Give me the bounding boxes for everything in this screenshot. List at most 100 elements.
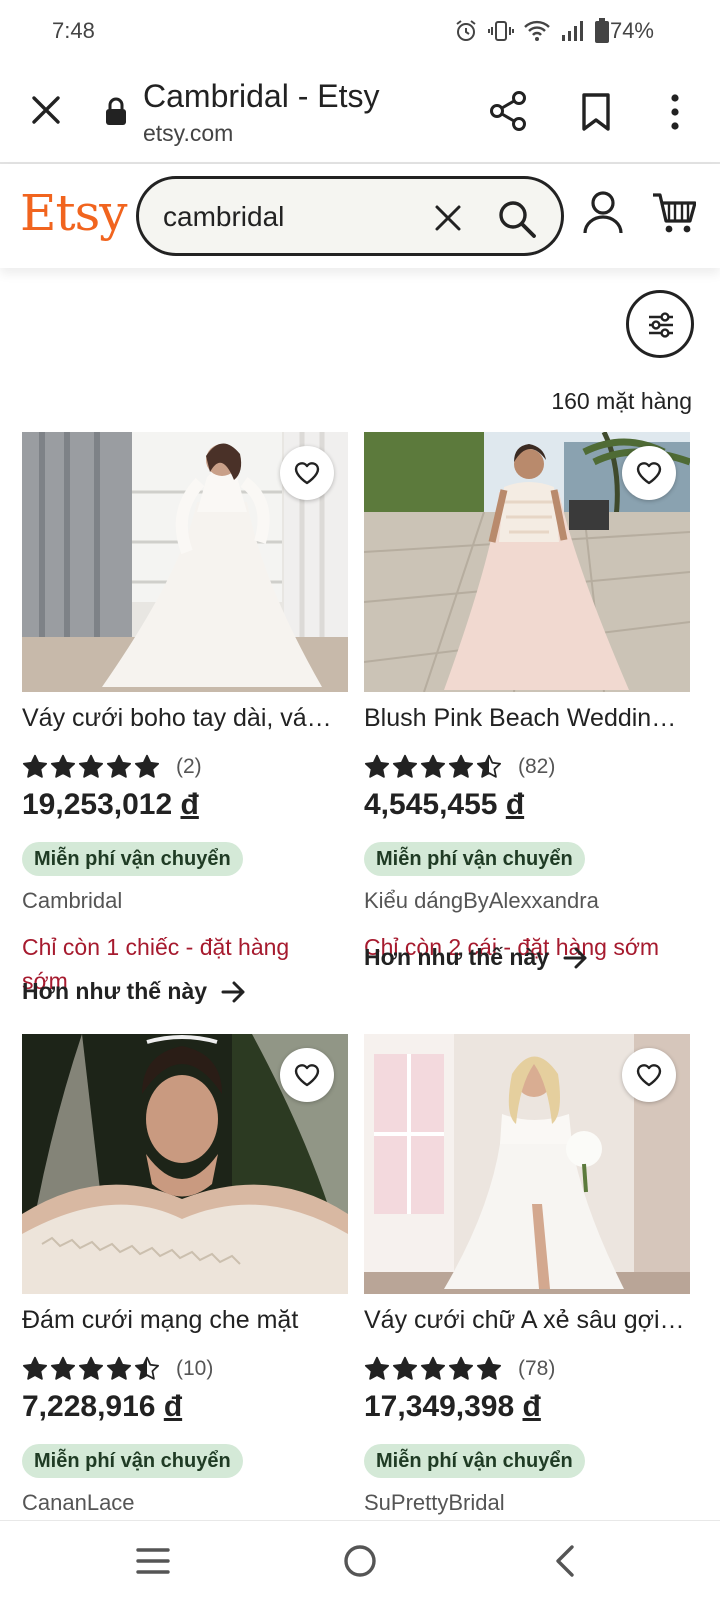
star-full-icon [106, 754, 132, 778]
star-full-icon [476, 1356, 502, 1380]
product-image[interactable] [364, 432, 690, 692]
star-full-icon [420, 754, 446, 778]
product-rating: (10) [22, 1356, 213, 1382]
star-full-icon [106, 1356, 132, 1380]
more-like-this-label: Hơn như thế này [364, 944, 550, 970]
system-nav-bar [0, 1520, 720, 1600]
star-full-icon [50, 1356, 76, 1380]
shop-name: Cambridal [22, 888, 123, 913]
star-rating [22, 1356, 160, 1382]
product-price: 7,228,916 đ [22, 1390, 183, 1423]
arrow-right-icon [221, 981, 245, 1002]
product-card[interactable]: Blush Pink Beach Weddin… (82) 4,545,455 … [364, 432, 690, 992]
product-card[interactable]: Váy cưới boho tay dài, vá… (2) 19,253,01… [22, 432, 348, 1012]
etsy-logo[interactable]: Etsy [20, 184, 127, 242]
product-image[interactable] [364, 1034, 690, 1294]
page-title: Cambridal - Etsy [143, 78, 380, 114]
product-rating: (82) [364, 754, 555, 780]
product-title[interactable]: Váy cưới chữ A xẻ sâu gợi… [364, 1306, 690, 1335]
filter-button[interactable] [626, 290, 694, 358]
free-shipping-badge: Miễn phí vận chuyển [22, 1444, 243, 1478]
star-full-icon [78, 754, 104, 778]
shop-name: SuPrettyBridal [364, 1490, 505, 1515]
more-like-this-link[interactable]: Hơn như thế này [364, 944, 589, 971]
search-bar[interactable]: cambridal [136, 176, 564, 256]
star-full-icon [448, 1356, 474, 1380]
star-full-icon [134, 754, 160, 778]
shop-name: Kiểu dángByAlexxandra [364, 888, 599, 913]
star-full-icon [420, 1356, 446, 1380]
status-icons [454, 18, 610, 44]
star-half-icon [134, 1356, 160, 1380]
product-card[interactable]: Váy cưới chữ A xẻ sâu gợi… (78) 17,349,3… [364, 1034, 690, 1515]
more-menu-icon[interactable] [660, 92, 690, 132]
favorite-button[interactable] [622, 1048, 676, 1102]
result-count: 160 mặt hàng [551, 388, 692, 414]
recent-apps-icon[interactable] [136, 1547, 170, 1575]
star-full-icon [392, 754, 418, 778]
star-rating [364, 754, 502, 780]
star-full-icon [392, 1356, 418, 1380]
status-time: 7:48 [52, 18, 95, 43]
bookmark-icon[interactable] [578, 92, 614, 132]
battery-icon [595, 18, 609, 43]
star-full-icon [364, 1356, 390, 1380]
arrow-right-icon [563, 947, 587, 968]
star-full-icon [22, 754, 48, 778]
shop-name: CananLace [22, 1490, 135, 1515]
star-full-icon [364, 754, 390, 778]
review-count: (82) [518, 755, 556, 778]
product-title[interactable]: Đám cưới mạng che mặt [22, 1306, 348, 1335]
star-full-icon [78, 1356, 104, 1380]
product-image[interactable] [22, 1034, 348, 1294]
free-shipping-badge: Miễn phí vận chuyển [364, 842, 585, 876]
search-icon[interactable] [497, 199, 537, 239]
review-count: (2) [176, 755, 202, 778]
more-like-this-label: Hơn như thế này [22, 978, 208, 1004]
product-price: 4,545,455 đ [364, 788, 525, 821]
lock-icon [106, 97, 126, 125]
account-icon[interactable] [582, 190, 624, 236]
home-icon[interactable] [342, 1543, 378, 1579]
signal-icon [562, 21, 583, 41]
wifi-icon [524, 20, 550, 41]
review-count: (78) [518, 1357, 556, 1380]
star-full-icon [50, 754, 76, 778]
browser-toolbar: Cambridal - Etsy etsy.com [0, 62, 720, 164]
favorite-button[interactable] [280, 1048, 334, 1102]
more-like-this-link[interactable]: Hơn như thế này [22, 978, 247, 1005]
heart-icon [294, 462, 320, 485]
star-full-icon [448, 754, 474, 778]
product-card[interactable]: Đám cưới mạng che mặt (10) 7,228,916 đ M… [22, 1034, 348, 1515]
status-bar: 7:48 74% [0, 0, 720, 62]
search-input[interactable]: cambridal [163, 201, 284, 233]
product-price: 17,349,398 đ [364, 1390, 541, 1423]
star-full-icon [22, 1356, 48, 1380]
review-count: (10) [176, 1357, 214, 1380]
product-image[interactable] [22, 432, 348, 692]
heart-icon [294, 1064, 320, 1087]
clear-search-icon[interactable] [433, 203, 463, 233]
product-price: 19,253,012 đ [22, 788, 199, 821]
heart-icon [636, 462, 662, 485]
product-rating: (2) [22, 754, 202, 780]
product-title[interactable]: Blush Pink Beach Weddin… [364, 704, 690, 733]
favorite-button[interactable] [622, 446, 676, 500]
product-rating: (78) [364, 1356, 555, 1382]
page-url[interactable]: etsy.com [143, 120, 233, 147]
product-title[interactable]: Váy cưới boho tay dài, vá… [22, 704, 348, 733]
etsy-header: Etsy cambridal [0, 164, 720, 268]
star-rating [22, 754, 160, 780]
battery-level: 74% [609, 18, 654, 43]
alarm-icon [456, 20, 476, 41]
star-rating [364, 1356, 502, 1382]
favorite-button[interactable] [280, 446, 334, 500]
cart-icon[interactable] [652, 192, 696, 234]
star-half-icon [476, 754, 502, 778]
filter-icon [649, 312, 673, 338]
back-icon[interactable] [552, 1543, 576, 1579]
vibrate-icon [488, 21, 514, 41]
share-icon[interactable] [488, 90, 528, 132]
heart-icon [636, 1064, 662, 1087]
close-tab-icon[interactable] [28, 92, 64, 128]
